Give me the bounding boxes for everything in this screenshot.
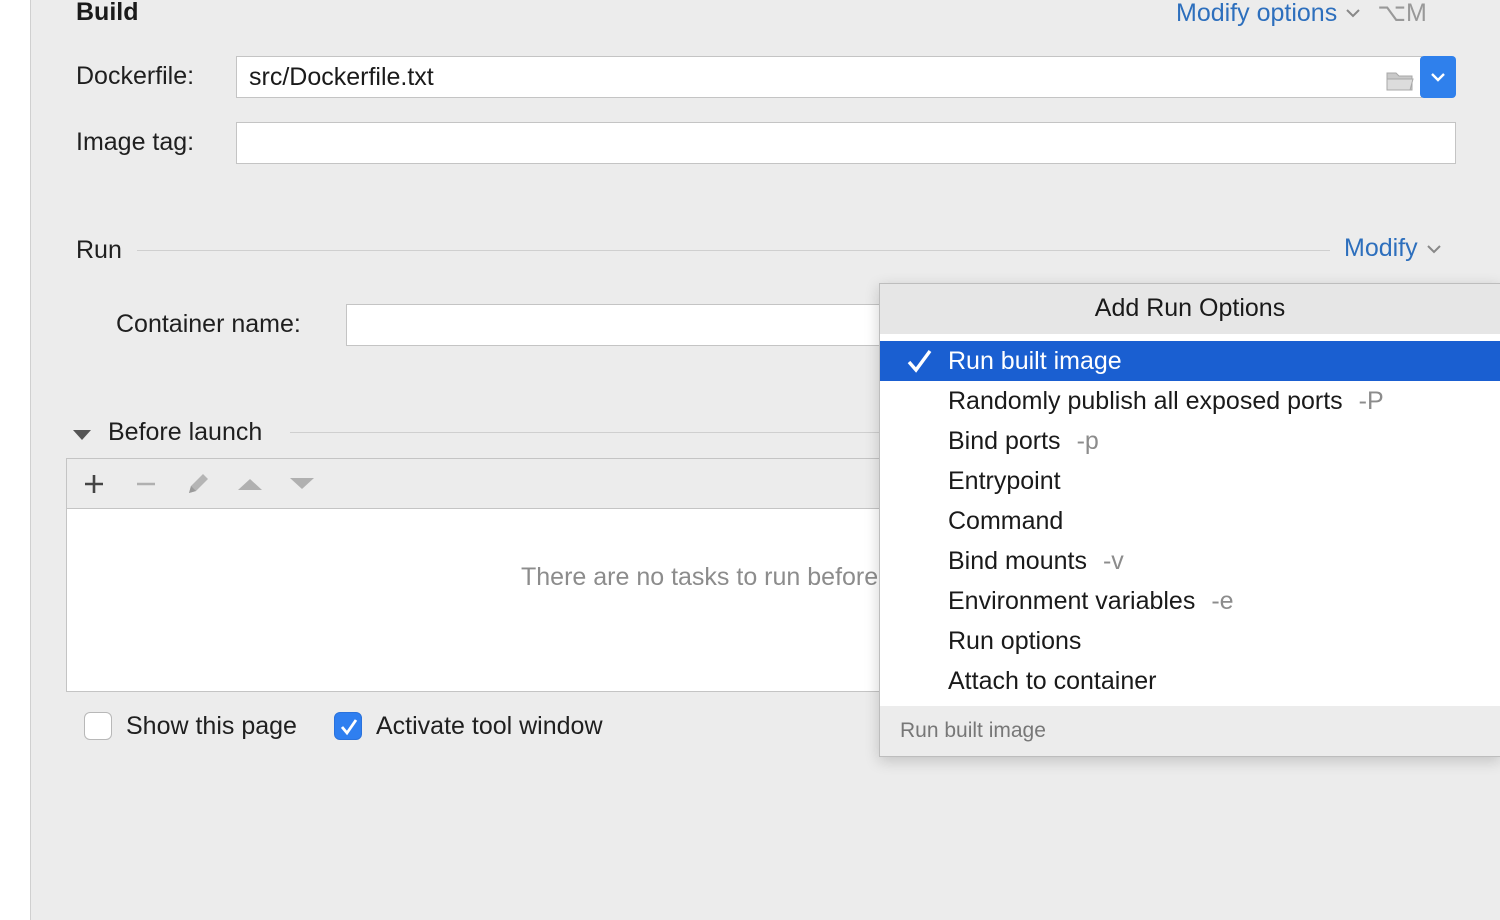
container-name-label: Container name: (116, 310, 301, 338)
image-tag-field[interactable] (236, 122, 1456, 164)
add-run-options-popup: Add Run Options Run built image Randomly… (879, 283, 1500, 757)
menu-item-randomly-publish-ports[interactable]: Randomly publish all exposed ports -P (880, 381, 1500, 421)
dockerfile-value: src/Dockerfile.txt (249, 63, 434, 91)
menu-item-run-built-image[interactable]: Run built image (880, 341, 1500, 381)
popup-title: Add Run Options (880, 284, 1500, 334)
run-separator (137, 250, 1330, 251)
menu-item-label: Attach to container (948, 667, 1157, 695)
menu-item-run-options[interactable]: Run options (880, 621, 1500, 661)
image-tag-label: Image tag: (76, 128, 195, 156)
menu-item-hint: -e (1211, 587, 1234, 615)
menu-item-label: Environment variables (948, 587, 1196, 615)
activate-tool-window-label: Activate tool window (376, 712, 603, 740)
dockerfile-field[interactable]: src/Dockerfile.txt (236, 56, 1422, 98)
before-launch-title: Before launch (108, 418, 263, 446)
folder-icon[interactable] (1385, 65, 1415, 105)
run-section-title: Run (76, 236, 122, 264)
chevron-down-icon (1345, 7, 1361, 19)
popup-footer-description: Run built image (880, 706, 1500, 756)
menu-item-bind-ports[interactable]: Bind ports -p (880, 421, 1500, 461)
menu-item-label: Bind mounts (948, 547, 1087, 575)
add-icon[interactable] (79, 469, 109, 499)
menu-item-label: Command (948, 507, 1064, 535)
checkmark-icon (338, 716, 360, 743)
menu-item-hint: -p (1076, 427, 1099, 455)
menu-item-hint: -v (1102, 547, 1124, 575)
remove-icon[interactable] (131, 469, 161, 499)
no-tasks-message: There are no tasks to run before launch (521, 563, 881, 591)
before-launch-task-list: There are no tasks to run before launch (66, 458, 896, 692)
activate-tool-window-checkbox[interactable] (334, 712, 362, 740)
menu-item-label: Run options (948, 627, 1082, 655)
before-launch-separator (290, 432, 890, 433)
dockerfile-label: Dockerfile: (76, 62, 195, 90)
move-down-icon[interactable] (287, 469, 317, 499)
chevron-down-icon (1426, 243, 1442, 255)
menu-item-entrypoint[interactable]: Entrypoint (880, 461, 1500, 501)
menu-item-label: Bind ports (948, 427, 1061, 455)
show-this-page-checkbox[interactable] (84, 712, 112, 740)
move-up-icon[interactable] (235, 469, 265, 499)
modify-run-link[interactable]: Modify (1344, 234, 1442, 263)
collapse-triangle-icon[interactable] (72, 428, 92, 447)
menu-item-attach-to-container[interactable]: Attach to container (880, 661, 1500, 701)
menu-item-hint: -P (1358, 387, 1384, 415)
menu-item-command[interactable]: Command (880, 501, 1500, 541)
menu-item-label: Entrypoint (948, 467, 1061, 495)
modify-options-shortcut: ⌥M (1377, 0, 1427, 27)
modify-options-label: Modify options (1176, 0, 1338, 27)
modify-options-link[interactable]: Modify options ⌥M (1176, 0, 1427, 28)
container-name-field[interactable] (346, 304, 906, 346)
menu-item-label: Run built image (948, 347, 1122, 375)
menu-item-label: Randomly publish all exposed ports (948, 387, 1343, 415)
task-toolbar (67, 459, 895, 509)
edit-pencil-icon[interactable] (183, 469, 213, 499)
build-section-title: Build (76, 0, 139, 26)
menu-item-bind-mounts[interactable]: Bind mounts -v (880, 541, 1500, 581)
dockerfile-dropdown-button[interactable] (1420, 56, 1456, 98)
menu-item-environment-variables[interactable]: Environment variables -e (880, 581, 1500, 621)
chevron-down-icon (1430, 71, 1446, 83)
show-this-page-label: Show this page (126, 712, 297, 740)
modify-run-label: Modify (1344, 234, 1418, 262)
